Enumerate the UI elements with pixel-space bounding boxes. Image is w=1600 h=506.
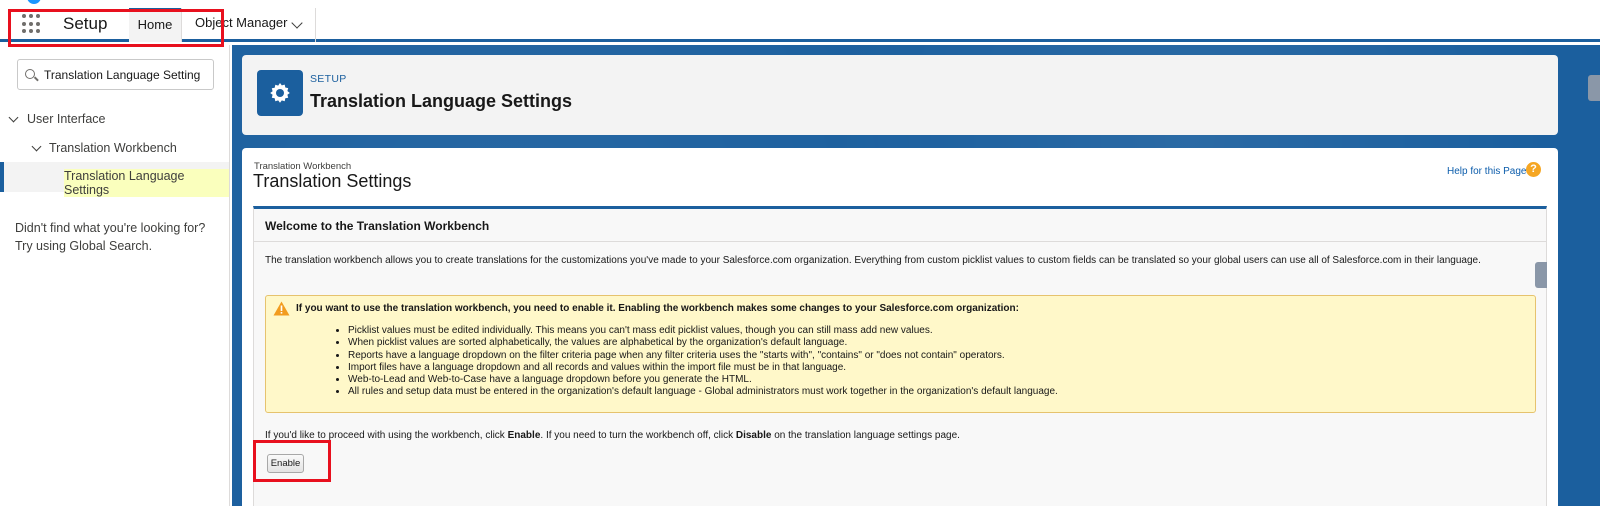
quick-find-box[interactable]	[17, 59, 214, 90]
help-icon[interactable]: ?	[1526, 162, 1541, 177]
proceed-disable-word: Disable	[735, 430, 772, 441]
section-title: Translation Settings	[253, 171, 412, 191]
page-header: SETUP Translation Language Settings	[242, 55, 1558, 135]
gear-icon	[257, 70, 303, 116]
enable-highlight-annotation	[253, 440, 331, 482]
tree-item-translation-workbench[interactable]: Translation Workbench	[49, 141, 177, 155]
collapse-handle[interactable]	[1535, 262, 1547, 288]
list-item: Web-to-Lead and Web-to-Case have a langu…	[348, 374, 1058, 386]
header-kicker: SETUP	[310, 73, 347, 85]
list-item: When picklist values are sorted alphabet…	[348, 337, 1058, 349]
brand-logo-fragment	[27, 0, 41, 4]
proceed-enable-word: Enable	[507, 430, 541, 441]
tree-item-label: Translation Language Settings	[64, 169, 229, 197]
warning-icon	[273, 301, 290, 321]
proceed-text: If you'd like to proceed with using the …	[265, 430, 960, 441]
list-item: Picklist values must be edited individua…	[348, 325, 1058, 337]
list-item: Import files have a language dropdown an…	[348, 362, 1058, 374]
welcome-panel: Welcome to the Translation Workbench The…	[253, 206, 1547, 506]
hint-line-2: Try using Global Search.	[15, 239, 153, 253]
search-icon	[25, 69, 35, 79]
search-highlight-annotation	[8, 9, 224, 47]
warning-box: If you want to use the translation workb…	[265, 295, 1536, 413]
global-header: Setup Home Object Manager	[0, 0, 1600, 42]
main-content-card: Translation Workbench Translation Settin…	[242, 148, 1558, 506]
intro-text: The translation workbench allows you to …	[265, 255, 1481, 266]
quick-find-input[interactable]	[44, 65, 212, 85]
page-title: Translation Language Settings	[310, 91, 573, 111]
no-results-hint: Didn't find what you're looking for? Try…	[15, 219, 220, 255]
hint-line-1: Didn't find what you're looking for?	[15, 221, 206, 235]
list-item: Reports have a language dropdown on the …	[348, 350, 1058, 362]
warning-list: Picklist values must be edited individua…	[348, 325, 1058, 399]
chevron-down-icon[interactable]	[8, 112, 19, 123]
tree-item-translation-language-settings[interactable]: Translation Language Settings	[0, 162, 229, 197]
panel-heading: Welcome to the Translation Workbench	[265, 219, 490, 233]
collapse-handle[interactable]	[1588, 75, 1600, 101]
proceed-part-3: on the translation language settings pag…	[771, 430, 960, 441]
chevron-down-icon[interactable]	[291, 17, 303, 29]
panel-header: Welcome to the Translation Workbench	[254, 209, 1546, 242]
warning-heading: If you want to use the translation workb…	[296, 303, 1019, 314]
tree-item-user-interface[interactable]: User Interface	[27, 112, 106, 126]
list-item: All rules and setup data must be entered…	[348, 386, 1058, 398]
chevron-down-icon[interactable]	[31, 141, 42, 152]
help-link[interactable]: Help for this Page	[1447, 166, 1527, 177]
proceed-part-2: . If you need to turn the workbench off,…	[540, 430, 736, 441]
setup-sidebar: User Interface Translation Workbench Tra…	[0, 45, 230, 506]
